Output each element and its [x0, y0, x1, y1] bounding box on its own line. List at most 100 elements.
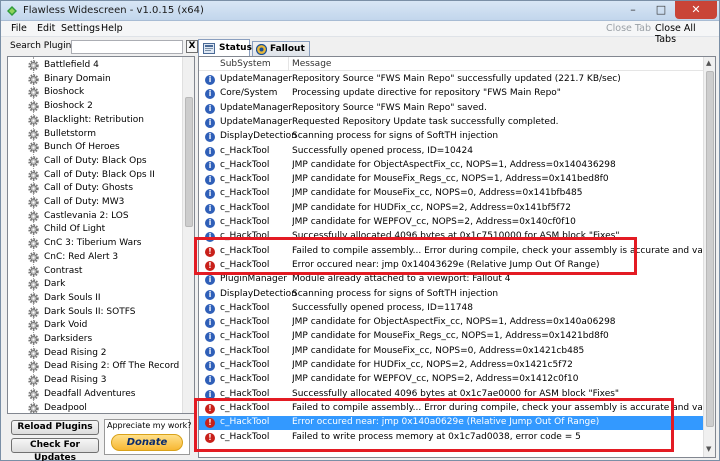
- log-row[interactable]: ! c_HackTool Failed to compile assembly...…: [199, 402, 703, 416]
- log-row[interactable]: i PluginManager Module already attached to…: [199, 273, 703, 287]
- plugin-item-label: Contrast: [44, 265, 83, 276]
- log-row[interactable]: ! c_HackTool Error occured near: jmp 0x140…: [199, 259, 703, 273]
- log-row[interactable]: i c_HackTool JMP candidate for WEPFOV_cc, …: [199, 373, 703, 387]
- info-icon: i: [205, 103, 215, 114]
- log-row[interactable]: i c_HackTool JMP candidate for ObjectAspec…: [199, 316, 703, 330]
- plugin-item[interactable]: Contrast: [28, 265, 184, 278]
- gear-icon: [28, 334, 39, 345]
- log-row[interactable]: i c_HackTool JMP candidate for MouseFix_Re…: [199, 330, 703, 344]
- close-window-button[interactable]: ✕: [675, 1, 717, 19]
- menu-edit[interactable]: Edit: [37, 23, 55, 34]
- log-row[interactable]: i c_HackTool Successfully opened process, …: [199, 145, 703, 159]
- gear-icon: [28, 375, 39, 386]
- log-row[interactable]: i c_HackTool JMP candidate for HUDFix_cc, …: [199, 359, 703, 373]
- close-tab-menu[interactable]: Close Tab: [606, 23, 651, 34]
- plugin-item[interactable]: Binary Domain: [28, 73, 184, 86]
- log-message: Repository Source "FWS Main Repo" succes…: [292, 74, 621, 84]
- plugin-item[interactable]: Bulletstorm: [28, 128, 184, 141]
- plugin-item[interactable]: Darksiders: [28, 333, 184, 346]
- log-scroll-thumb[interactable]: [706, 71, 714, 427]
- log-message: JMP candidate for ObjectAspectFix_cc, NO…: [292, 317, 616, 328]
- menu-file[interactable]: File: [11, 23, 27, 34]
- log-row[interactable]: i UpdateManager Requested Repository Updat…: [199, 116, 703, 130]
- plugin-item[interactable]: Dead Rising 3: [28, 374, 184, 387]
- log-row[interactable]: i c_HackTool JMP candidate for WEPFOV_cc, …: [199, 216, 703, 230]
- log-row[interactable]: ! c_HackTool Error occured near: jmp 0x140…: [199, 416, 703, 431]
- status-log[interactable]: SubSystem Message ▲ ▼ i UpdateManager Repo…: [198, 56, 716, 458]
- menu-settings[interactable]: Settings: [61, 23, 100, 34]
- plugin-item[interactable]: Child Of Light: [28, 223, 184, 236]
- log-row[interactable]: i UpdateManager Repository Source "FWS Mai…: [199, 73, 703, 87]
- log-row[interactable]: i Core/System Processing update directive …: [199, 87, 703, 101]
- check-updates-button[interactable]: Check For Updates: [11, 438, 99, 461]
- menu-help[interactable]: Help: [101, 23, 123, 34]
- log-row[interactable]: i c_HackTool JMP candidate for ObjectAspec…: [199, 159, 703, 173]
- plugin-item[interactable]: Deadpool: [28, 402, 184, 413]
- plugin-item[interactable]: Dark: [28, 278, 184, 291]
- plugin-item[interactable]: Dead Rising 2: [28, 347, 184, 360]
- plugin-item[interactable]: Dark Souls II: [28, 292, 184, 305]
- log-row[interactable]: i c_HackTool JMP candidate for MouseFix_cc…: [199, 187, 703, 201]
- info-icon: i: [205, 117, 215, 128]
- scroll-down-icon[interactable]: ▼: [706, 445, 711, 453]
- gear-icon: [28, 156, 39, 167]
- log-subsystem: c_HackTool: [220, 245, 270, 256]
- plugin-item[interactable]: Bunch Of Heroes: [28, 141, 184, 154]
- log-subsystem: c_HackTool: [220, 188, 270, 199]
- log-subsystem: c_HackTool: [220, 217, 270, 227]
- plugin-tree[interactable]: Battlefield 4 Binary Domain Bioshock Biosho…: [7, 56, 195, 414]
- minimize-button[interactable]: –: [619, 1, 647, 19]
- plugin-item[interactable]: Dead Rising 2: Off The Record: [28, 360, 184, 373]
- clear-search-button[interactable]: X: [186, 40, 198, 53]
- gear-icon: [28, 320, 39, 331]
- plugin-item[interactable]: Battlefield 4: [28, 59, 184, 72]
- plugin-item[interactable]: Castlevania 2: LOS: [28, 210, 184, 223]
- log-row[interactable]: i c_HackTool Successfully allocated 4096 b…: [199, 388, 703, 402]
- log-row[interactable]: i c_HackTool JMP candidate for MouseFix_cc…: [199, 345, 703, 359]
- plugin-item[interactable]: Bioshock: [28, 86, 184, 99]
- log-row[interactable]: i c_HackTool JMP candidate for MouseFix_Re…: [199, 173, 703, 187]
- plugin-item[interactable]: Blacklight: Retribution: [28, 114, 184, 127]
- log-row[interactable]: ! c_HackTool Failed to write process memor…: [199, 431, 703, 445]
- plugin-item[interactable]: Bioshock 2: [28, 100, 184, 113]
- log-row[interactable]: i DisplayDetection Scanning process for si…: [199, 130, 703, 144]
- search-input[interactable]: [71, 40, 183, 54]
- log-subsystem: c_HackTool: [220, 417, 270, 428]
- plugin-item-label: Call of Duty: MW3: [44, 197, 125, 207]
- donate-button[interactable]: Donate: [111, 434, 183, 451]
- column-subsystem[interactable]: SubSystem: [220, 59, 271, 69]
- column-divider[interactable]: [288, 57, 289, 71]
- column-message[interactable]: Message: [292, 59, 331, 69]
- reload-plugins-button[interactable]: Reload Plugins: [11, 420, 99, 435]
- plugin-item[interactable]: Call of Duty: MW3: [28, 196, 184, 209]
- scroll-up-icon[interactable]: ▲: [706, 59, 711, 67]
- gear-icon: [28, 142, 39, 153]
- error-icon: !: [205, 418, 215, 429]
- log-row[interactable]: i c_HackTool Successfully opened process, …: [199, 302, 703, 316]
- donate-panel: Appreciate my work? Donate: [104, 419, 191, 455]
- plugin-item[interactable]: Dark Void: [28, 319, 184, 332]
- log-row[interactable]: i c_HackTool JMP candidate for HUDFix_cc, …: [199, 202, 703, 216]
- log-subsystem: c_HackTool: [220, 345, 270, 356]
- plugin-item[interactable]: Call of Duty: Ghosts: [28, 182, 184, 195]
- plugin-item[interactable]: CnC 3: Tiberium Wars: [28, 237, 184, 250]
- log-row[interactable]: i DisplayDetection Scanning process for si…: [199, 288, 703, 302]
- plugin-item[interactable]: Deadfall Adventures: [28, 388, 184, 401]
- plugin-item[interactable]: Dark Souls II: SOTFS: [28, 306, 184, 319]
- title-bar[interactable]: Flawless Widescreen - v1.0.15 (x64) – □ …: [1, 1, 719, 21]
- plugin-item[interactable]: CnC: Red Alert 3: [28, 251, 184, 264]
- log-row[interactable]: ! c_HackTool Failed to compile assembly...…: [199, 245, 703, 259]
- log-message: Repository Source "FWS Main Repo" saved.: [292, 102, 487, 113]
- plugin-item-label: Bioshock: [44, 87, 85, 98]
- plugin-scroll-thumb[interactable]: [185, 97, 193, 227]
- tab-fallout-4[interactable]: Fallout 4: [252, 41, 310, 70]
- log-row[interactable]: i c_HackTool Successfully allocated 4096 b…: [199, 230, 703, 244]
- plugin-item[interactable]: Call of Duty: Black Ops: [28, 155, 184, 168]
- log-scrollbar[interactable]: ▲ ▼: [703, 57, 715, 457]
- log-row[interactable]: i UpdateManager Repository Source "FWS Mai…: [199, 102, 703, 116]
- tab-status[interactable]: Status: [198, 39, 252, 57]
- log-subsystem: c_HackTool: [220, 259, 270, 270]
- log-subsystem: UpdateManager: [220, 116, 293, 127]
- plugin-item[interactable]: Call of Duty: Black Ops II: [28, 169, 184, 182]
- maximize-button[interactable]: □: [647, 1, 675, 19]
